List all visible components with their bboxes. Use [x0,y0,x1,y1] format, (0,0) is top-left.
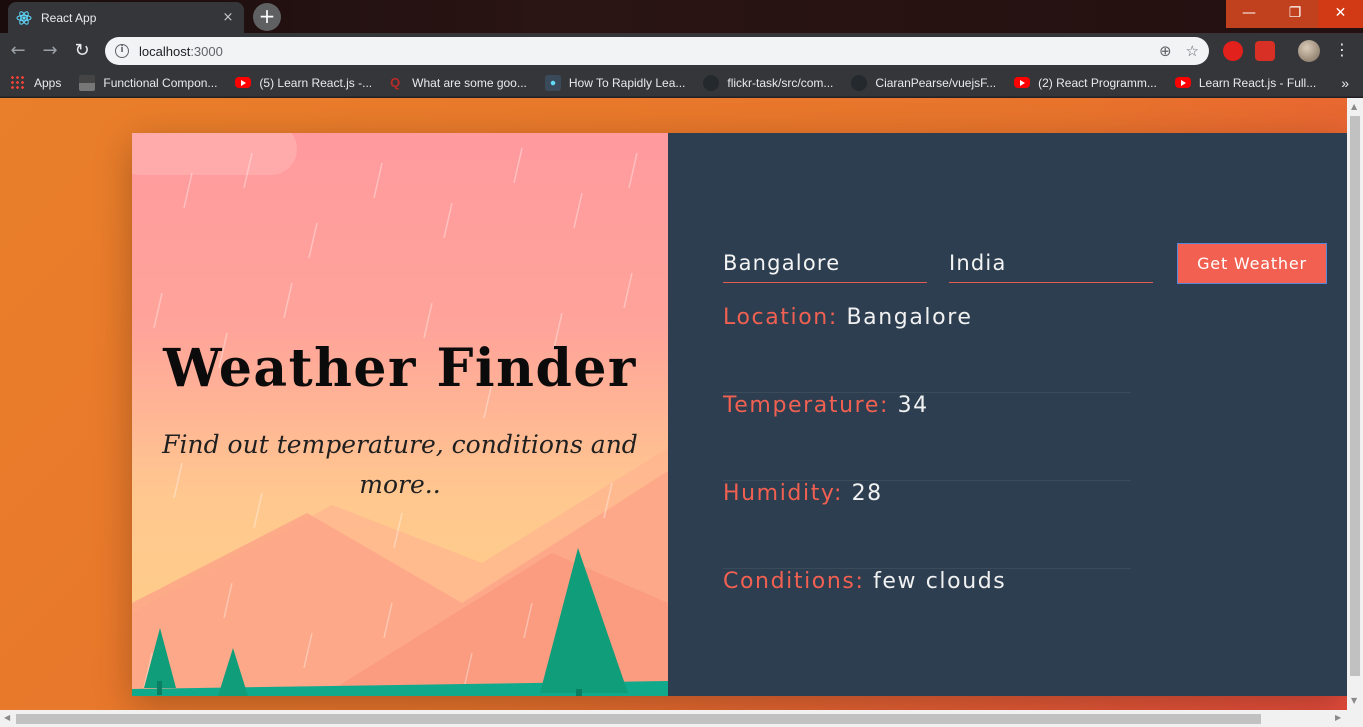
scroll-down-icon[interactable]: ▼ [1351,696,1357,705]
profile-avatar[interactable] [1298,40,1320,62]
window-close-button[interactable]: ✕ [1318,0,1363,28]
tab-title: React App [41,10,97,25]
hero-text-block: Weather Finder Find out temperature, con… [132,338,668,505]
conditions-row: Conditions: few clouds [723,569,1131,657]
site-info-icon[interactable]: i [115,44,129,58]
apps-grid-icon [10,74,26,91]
tab-close-icon[interactable]: × [220,10,236,26]
country-input[interactable] [949,243,1153,283]
react-icon [544,74,561,91]
bookmark-item[interactable]: Q What are some goo... [390,75,527,91]
page-title: Weather Finder [163,338,637,399]
location-value: Bangalore [846,305,973,330]
page-icon [79,74,96,91]
get-weather-button[interactable]: Get Weather [1177,243,1327,284]
bookmark-item[interactable]: Functional Compon... [79,74,217,91]
browser-toolbar: ← → ↻ i localhost:3000 ⊕ ☆ ⋮ [0,33,1363,69]
scroll-left-icon[interactable]: ◀ [4,713,10,722]
github-icon [703,74,720,91]
browser-tab[interactable]: React App × [8,2,244,33]
bookmarks-overflow-icon[interactable]: » [1341,75,1349,91]
address-bar[interactable]: i localhost:3000 ⊕ ☆ [105,37,1209,65]
horizontal-scroll-thumb[interactable] [16,714,1261,724]
window-restore-button[interactable]: ❐ [1272,0,1318,28]
city-input[interactable] [723,243,927,283]
react-favicon-icon [16,10,32,25]
location-label: Location: [723,305,838,330]
scroll-up-icon[interactable]: ▲ [1351,102,1357,111]
bookmark-star-icon[interactable]: ☆ [1186,42,1199,60]
temperature-value: 34 [897,393,929,418]
window-minimize-button[interactable]: — [1226,0,1272,28]
bookmark-item[interactable]: Apps [10,74,61,91]
bookmark-item[interactable]: flickr-task/src/com... [703,74,833,91]
temperature-row: Temperature: 34 [723,393,1131,481]
humidity-label: Humidity: [723,481,843,506]
vertical-scrollbar[interactable]: ▲ ▼ [1347,98,1363,710]
youtube-icon [235,77,252,88]
browser-titlebar: React App × + — ❐ ✕ [0,0,1363,33]
youtube-icon [1014,77,1031,88]
weather-card: Weather Finder Find out temperature, con… [132,133,1347,696]
page-viewport: Weather Finder Find out temperature, con… [0,98,1347,710]
extension-icon[interactable] [1255,41,1275,61]
conditions-label: Conditions: [723,569,865,594]
quora-icon: Q [390,74,401,90]
extension-adblock-icon[interactable] [1223,41,1243,61]
horizontal-scrollbar[interactable]: ◀ ▶ [0,710,1363,727]
bookmark-item[interactable]: How To Rapidly Lea... [544,74,685,91]
bookmark-item[interactable]: (5) Learn React.js -... [235,76,372,90]
forward-arrow-icon[interactable]: → [36,37,64,65]
hero-panel: Weather Finder Find out temperature, con… [132,133,668,696]
url-text[interactable]: localhost:3000 [139,44,1145,59]
youtube-icon [1174,77,1191,88]
new-tab-button[interactable]: + [253,3,281,31]
browser-menu-icon[interactable]: ⋮ [1334,40,1350,60]
github-icon [851,74,868,91]
vertical-scroll-thumb[interactable] [1350,116,1360,676]
page-subtitle: Find out temperature, conditions and mor… [162,430,638,499]
bookmark-item[interactable]: (2) React Programm... [1014,76,1157,90]
reload-icon[interactable]: ↻ [68,37,96,65]
conditions-value: few clouds [873,569,1007,594]
humidity-row: Humidity: 28 [723,481,1131,569]
cloud-shape [132,133,297,175]
temperature-label: Temperature: [723,393,889,418]
form-panel: Get Weather Location: Bangalore Temperat… [668,133,1347,696]
scroll-right-icon[interactable]: ▶ [1335,713,1341,722]
bookmarks-bar: Apps Functional Compon... (5) Learn Reac… [0,69,1363,97]
bookmark-item[interactable]: Learn React.js - Full... [1174,76,1316,90]
humidity-value: 28 [851,481,883,506]
back-arrow-icon[interactable]: ← [4,37,32,65]
zoom-icon[interactable]: ⊕ [1159,42,1172,60]
location-row: Location: Bangalore [723,305,1131,393]
bookmark-item[interactable]: CiaranPearse/vuejsF... [851,74,996,91]
